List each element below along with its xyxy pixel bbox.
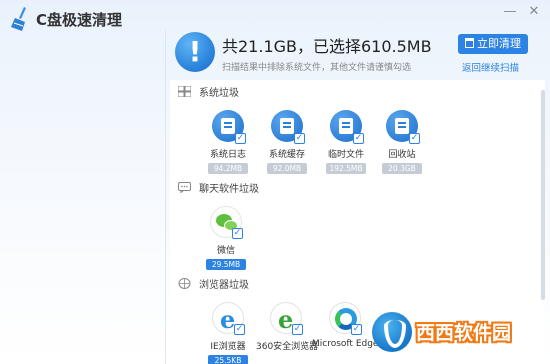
item-checkbox[interactable]: ✓ (235, 133, 246, 144)
sidebar-divider (165, 30, 166, 364)
recycle-bin-icon: ✓ (386, 110, 420, 144)
minimize-button[interactable]: — (502, 4, 518, 20)
app-title: C盘极速清理 (36, 11, 123, 29)
temp-file-icon: ✓ (330, 110, 364, 144)
scan-summary-headline: 共21.1GB，已选择610.5MB (222, 37, 432, 56)
browser-icon (178, 278, 191, 289)
item-wechat[interactable]: ✓ 微信 29.5MB (198, 206, 254, 270)
clean-now-label: 立即清理 (477, 37, 521, 50)
broom-logo-icon (11, 7, 26, 31)
item-ie-browser[interactable]: e ✓ IE浏览器 25.5KB (200, 302, 256, 364)
close-button[interactable]: ✕ (526, 4, 542, 20)
item-size: 192.5MB (326, 163, 366, 174)
scan-summary-subtitle: 扫描结果中排除系统文件，其他文件请谨慎勾选 (222, 63, 412, 73)
item-label: 系统缓存 (268, 150, 305, 160)
item-label: IE浏览器 (210, 342, 246, 352)
item-checkbox[interactable]: ✓ (294, 133, 305, 144)
item-checkbox[interactable]: ✓ (409, 133, 420, 144)
360-browser-icon: e ✓ (270, 302, 303, 335)
cache-icon: ✓ (271, 110, 305, 144)
item-checkbox[interactable]: ✓ (232, 228, 243, 239)
clean-now-button[interactable]: 立即清理 (458, 34, 528, 54)
category-header-system: 系统垃圾 (178, 84, 239, 99)
category-header-chat: 聊天软件垃圾 (178, 180, 259, 195)
results-scrollbar[interactable] (541, 90, 545, 300)
item-checkbox[interactable]: ✓ (292, 324, 303, 335)
item-size: 94.2MB (208, 163, 248, 174)
back-to-scan-link[interactable]: 返回继续扫描 (462, 60, 519, 74)
item-size: 92.0MB (267, 163, 307, 174)
watermark-logo-icon (372, 312, 412, 352)
edge-icon: ✓ (329, 302, 362, 335)
item-temp-files[interactable]: ✓ 临时文件 192.5MB (318, 110, 374, 174)
category-title: 浏览器垃圾 (199, 280, 249, 291)
log-icon: ✓ (212, 110, 246, 144)
item-system-log[interactable]: ✓ 系统日志 94.2MB (200, 110, 256, 174)
item-360-browser[interactable]: e ✓ 360安全浏览器 (256, 302, 319, 352)
exclamation-icon: ! (175, 32, 215, 72)
windows-icon (178, 86, 191, 97)
item-label: 回收站 (388, 150, 416, 160)
item-size: 29.5MB (206, 259, 246, 270)
item-size: 25.5KB (208, 355, 248, 364)
item-label: 360安全浏览器 (256, 342, 319, 352)
item-size: 20.3GB (382, 163, 422, 174)
watermark-text: 西西软件园 (416, 322, 512, 344)
title-bar: C盘极速清理 — ✕ (0, 0, 550, 31)
sidebar-panel (0, 30, 165, 364)
item-recycle-bin[interactable]: ✓ 回收站 20.3GB (374, 110, 430, 174)
wechat-icon: ✓ (210, 206, 243, 239)
category-header-browser: 浏览器垃圾 (178, 276, 249, 291)
app-window: C盘极速清理 — ✕ ! 共21.1GB，已选择610.5MB 扫描结果中排除系… (0, 0, 550, 364)
item-checkbox[interactable]: ✓ (351, 324, 362, 335)
chat-icon (178, 182, 191, 193)
item-edge-browser[interactable]: ✓ Microsoft Edge (312, 302, 378, 349)
item-label: Microsoft Edge (312, 339, 379, 349)
watermark: 西西软件园 (372, 310, 542, 356)
item-label: 临时文件 (327, 150, 364, 160)
category-title: 聊天软件垃圾 (199, 184, 259, 195)
item-label: 微信 (216, 246, 235, 256)
ie-icon: e ✓ (212, 302, 245, 335)
category-title: 系统垃圾 (199, 88, 239, 99)
item-checkbox[interactable]: ✓ (234, 324, 245, 335)
item-system-cache[interactable]: ✓ 系统缓存 92.0MB (259, 110, 315, 174)
trash-icon (465, 38, 474, 48)
item-label: 系统日志 (209, 150, 246, 160)
item-checkbox[interactable]: ✓ (353, 133, 364, 144)
